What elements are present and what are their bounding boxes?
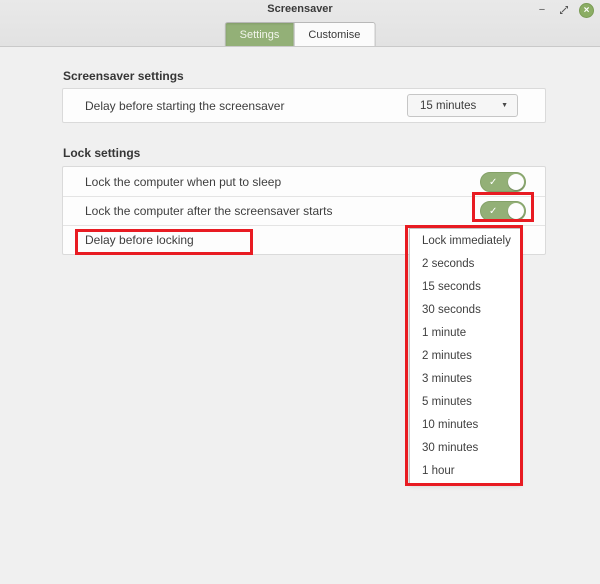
close-button[interactable]: × [579, 2, 594, 18]
menu-item-10-minutes[interactable]: 10 minutes [410, 414, 520, 437]
menu-item-2-minutes[interactable]: 2 minutes [410, 344, 520, 367]
menu-item-2-seconds[interactable]: 2 seconds [410, 252, 520, 275]
minimize-icon: − [538, 4, 546, 16]
toggle-knob [508, 173, 524, 190]
screensaver-settings-card: Delay before starting the screensaver 15… [62, 88, 546, 123]
menu-item-1-minute[interactable]: 1 minute [410, 321, 520, 344]
row-label: Delay before starting the screensaver [85, 98, 285, 113]
toggle-lock-on-sleep[interactable]: ✓ [480, 171, 526, 192]
tab-switcher: Settings Customise [224, 22, 376, 46]
row-label: Lock the computer after the screensaver … [85, 204, 333, 218]
menu-item-30-seconds[interactable]: 30 seconds [410, 298, 520, 321]
row-label: Delay before locking [85, 233, 194, 247]
window-controls: − × [535, 2, 594, 18]
row-delay-before-starting: Delay before starting the screensaver 15… [63, 89, 545, 122]
menu-item-3-minutes[interactable]: 3 minutes [410, 368, 520, 391]
check-icon: ✓ [489, 206, 498, 217]
toggle-lock-after-screensaver[interactable]: ✓ [480, 201, 526, 221]
window-title: Screensaver [267, 3, 333, 15]
row-label: Lock the computer when put to sleep [85, 174, 282, 189]
screensaver-window: Screensaver − × Settings Customise Scree… [0, 0, 600, 584]
header-bar: Screensaver − × Settings Customise [0, 0, 600, 47]
maximize-button[interactable] [557, 3, 571, 17]
dropdown-value: 15 minutes [420, 99, 477, 112]
section-heading-screensaver-settings: Screensaver settings [63, 69, 184, 83]
menu-item-30-minutes[interactable]: 30 minutes [410, 437, 520, 460]
menu-item-15-seconds[interactable]: 15 seconds [410, 275, 520, 298]
row-lock-on-sleep: Lock the computer when put to sleep ✓ [63, 167, 545, 196]
section-heading-lock-settings: Lock settings [63, 146, 141, 160]
toggle-knob [508, 203, 524, 219]
menu-item-1-hour[interactable]: 1 hour [410, 460, 520, 483]
chevron-down-icon: ▼ [501, 102, 508, 109]
tab-settings[interactable]: Settings [225, 23, 294, 46]
row-lock-after-screensaver: Lock the computer after the screensaver … [63, 196, 545, 225]
menu-item-5-minutes[interactable]: 5 minutes [410, 391, 520, 414]
menu-item-lock-immediately[interactable]: Lock immediately [410, 229, 520, 252]
close-icon: × [583, 4, 590, 16]
minimize-button[interactable]: − [535, 3, 549, 17]
delay-start-dropdown[interactable]: 15 minutes ▼ [407, 94, 518, 117]
maximize-icon [560, 6, 568, 14]
tab-customise[interactable]: Customise [293, 23, 375, 46]
delay-before-locking-menu: Lock immediately 2 seconds 15 seconds 30… [409, 228, 521, 484]
check-icon: ✓ [489, 176, 498, 188]
